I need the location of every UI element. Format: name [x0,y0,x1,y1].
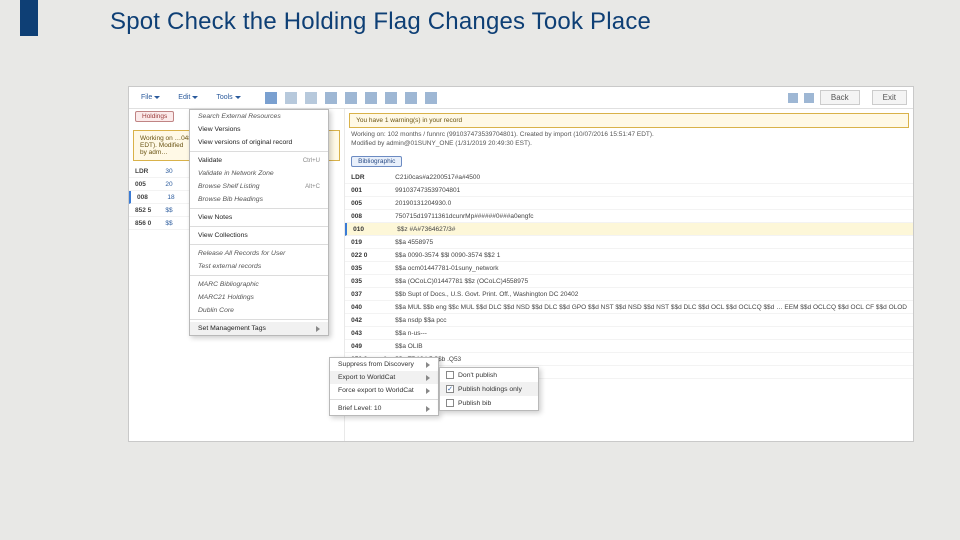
menu-edit[interactable]: Edit [172,92,204,103]
trash-icon[interactable] [425,92,437,104]
menu-item-marc-bib[interactable]: MARC Bibliographic [190,278,328,291]
cut-icon[interactable] [365,92,377,104]
marc-row: 010$$z #A#7364627/3# [345,223,913,236]
chevron-right-icon [426,362,430,368]
option-dont-publish[interactable]: Don't publish [440,368,538,382]
right-warning-banner: You have 1 warning(s) in your record [349,113,909,128]
menu-item-validate-network[interactable]: Validate in Network Zone [190,167,328,180]
doc-icon[interactable] [285,92,297,104]
slide-accent-stripe [20,0,38,36]
menu-item-marc21-holdings[interactable]: MARC21 Holdings [190,291,328,304]
marc-row: 049$$a OLIB [345,340,913,353]
back-button[interactable]: Back [820,90,860,105]
menu-item-validate[interactable]: ValidateCtrl+U [190,154,328,167]
submenu-suppress-discovery[interactable]: Suppress from Discovery [330,358,438,371]
menu-item-search-external[interactable]: Search External Resources [190,110,328,123]
menu-tools[interactable]: Tools [210,92,246,103]
menu-file[interactable]: File [135,92,166,103]
expand-icon[interactable] [788,93,798,103]
chevron-right-icon [316,326,320,332]
menu-item-test-external[interactable]: Test external records [190,260,328,273]
marc-row: 00520190131204930.0 [345,197,913,210]
checkbox-icon [446,371,454,379]
menu-item-browse-bib[interactable]: Browse Bib Headings [190,193,328,206]
submenu-force-export-worldcat[interactable]: Force export to WorldCat [330,384,438,397]
caret-down-icon [154,96,160,99]
menu-item-view-versions[interactable]: View Versions [190,123,328,136]
left-marc-tags: LDR30 00520 00818 852 5$$ 856 0$$ [129,165,189,230]
holdings-badge: Holdings [135,111,174,122]
chevron-right-icon [426,375,430,381]
marc-row: 00818 [129,191,189,204]
marc-row: 00520 [129,178,189,191]
menu-item-view-notes[interactable]: View Notes [190,211,328,224]
marc-row: LDR30 [129,165,189,178]
cart-icon[interactable] [405,92,417,104]
option-publish-holdings-only[interactable]: Publish holdings only [440,382,538,396]
paste-icon[interactable] [345,92,357,104]
menu-item-set-management-tags[interactable]: Set Management Tags [190,322,328,335]
marc-row: 035$$a ocm01447781-01suny_network [345,262,913,275]
right-marc-table: LDRC21i0cas#a2200517#a#4500 001991037473… [345,171,913,379]
menu-item-view-collections[interactable]: View Collections [190,229,328,242]
caret-down-icon [235,96,241,99]
save-icon[interactable] [265,92,277,104]
marc-row: 042$$a nsdp $$a pcc [345,314,913,327]
option-publish-bib[interactable]: Publish bib [440,396,538,410]
toolbar-icons [265,92,437,104]
right-record-meta: Working on: 102 months / funnrc (9910374… [351,130,907,148]
chevron-right-icon [426,406,430,412]
menu-item-browse-shelf[interactable]: Browse Shelf ListingAlt+C [190,180,328,193]
chevron-right-icon [426,388,430,394]
marc-row: LDRC21i0cas#a2200517#a#4500 [345,171,913,184]
marc-row: 035$$a (OCoLC)01447781 $$z (OCoLC)455897… [345,275,913,288]
doc2-icon[interactable] [305,92,317,104]
slide-title: Spot Check the Holding Flag Changes Took… [110,8,651,36]
marc-row: 001991037473539704801 [345,184,913,197]
app-topbar: File Edit Tools Back Exit [129,87,913,109]
checkbox-checked-icon [446,385,454,393]
marc-row: 040$$a MUL $$b eng $$c MUL $$d DLC $$d N… [345,301,913,314]
marc-row: 856 0$$ [129,217,189,230]
submenu-export-worldcat[interactable]: Export to WorldCat [330,371,438,384]
submenu-brief-level[interactable]: Brief Level: 10 [330,402,438,415]
app-screenshot: File Edit Tools Back Exit [128,86,914,442]
marc-row: 043$$a n-us--- [345,327,913,340]
link-icon[interactable] [385,92,397,104]
tools-dropdown: Search External Resources View Versions … [189,109,329,336]
marc-row: 852 5$$ [129,204,189,217]
copy-icon[interactable] [325,92,337,104]
checkbox-icon [446,399,454,407]
bibliographic-badge: Bibliographic [351,156,402,167]
marc-row: 019$$a 4558975 [345,236,913,249]
caret-down-icon [192,96,198,99]
management-tags-submenu: Suppress from Discovery Export to WorldC… [329,357,439,416]
menu-item-view-versions-original[interactable]: View versions of original record [190,136,328,149]
menu-item-release-all[interactable]: Release All Records for User [190,247,328,260]
marc-row: 022 0$$a 0090-3574 $$l 0090-3574 $$2 1 [345,249,913,262]
marc-row: 037$$b Supt of Docs., U.S. Govt. Print. … [345,288,913,301]
split-icon[interactable] [804,93,814,103]
exit-button[interactable]: Exit [872,90,907,105]
menu-item-dublin-core[interactable]: Dublin Core [190,304,328,317]
export-worldcat-submenu: Don't publish Publish holdings only Publ… [439,367,539,411]
topbar-right-icons [788,93,814,103]
left-pane: Holdings Working on …04801). Created by … [129,109,345,441]
marc-row: 008750715d19711361dcunrMp######0###a0eng… [345,210,913,223]
